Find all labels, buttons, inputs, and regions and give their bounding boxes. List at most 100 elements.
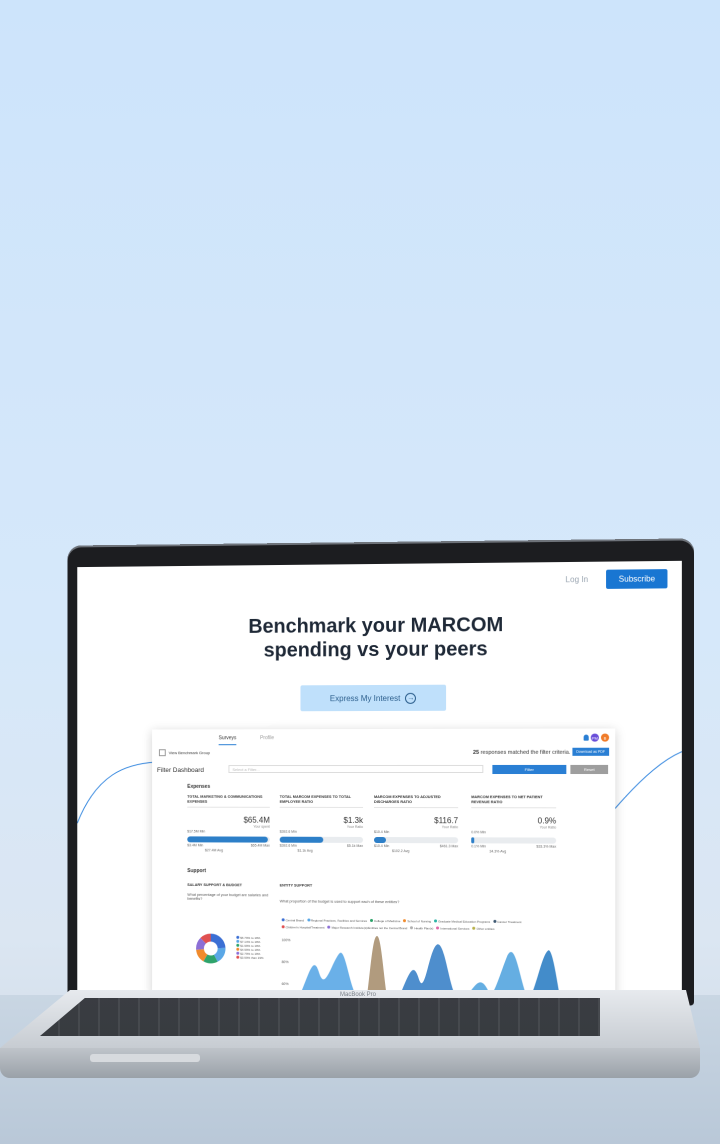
legend-item: Children's Hospital/Treatment	[282, 925, 325, 929]
metric-bar-fill	[187, 836, 268, 842]
matched-text: responses matched the filter criteria.	[481, 750, 571, 756]
metric-value: $65.4M	[187, 816, 270, 825]
salary-donut-chart	[195, 933, 226, 965]
metric-your-label: Your Ratio	[280, 825, 363, 829]
legend-dot-icon	[472, 927, 475, 930]
legend-dot-icon	[236, 940, 239, 943]
metric-min: 0.0% Min	[471, 830, 486, 834]
metric-min: $17.5M Min	[187, 829, 205, 833]
dashboard-tabs: Surveys Profile	[219, 735, 274, 745]
tab-profile[interactable]: Profile	[260, 735, 274, 745]
bell-icon[interactable]	[584, 735, 589, 741]
metric-your-label: Your Ratio	[374, 825, 458, 829]
metric-range-top: $10.4 Min	[374, 830, 458, 834]
metric-max: $5.1k Max	[347, 844, 363, 848]
legend-item: Cancer Treatment	[493, 920, 521, 924]
metric-low: 0.1% Min	[471, 844, 486, 848]
cta-label: Express My Interest	[330, 693, 400, 702]
legend-item: Major Research Institute(s)/Entities not…	[328, 926, 408, 931]
laptop-front-edge	[0, 1048, 700, 1078]
metric-low: $392.6 Min	[280, 844, 297, 848]
entity-legend: Central Brand Regional Practices, Facilit…	[282, 918, 532, 931]
metric-range-bottom: 0.1% Min $33.3% Max	[471, 844, 556, 848]
metric-max: $461.3 Max	[440, 844, 458, 848]
filter-button[interactable]: Filter	[492, 765, 566, 774]
trackpad	[90, 1054, 200, 1062]
metric-bar-fill	[280, 837, 323, 843]
legend-dot-icon	[434, 919, 437, 922]
dashboard-preview: Surveys Profile PM B View Benchmark Grou…	[152, 728, 615, 999]
section-expenses: Expenses	[187, 784, 210, 790]
legend-item: Graduate Medical Education Programs	[434, 919, 490, 923]
entity-block: ENTITY SUPPORT What proportion of the bu…	[280, 883, 601, 905]
hero-line-2: spending vs your peers	[77, 636, 682, 664]
tab-surveys[interactable]: Surveys	[219, 735, 237, 745]
laptop-deck	[0, 990, 700, 1048]
legend-label: Graduate Medical Education Programs	[438, 919, 490, 923]
legend-dot-icon	[236, 944, 239, 947]
legend-dot-icon	[493, 920, 496, 923]
matched-count: 25	[473, 750, 479, 756]
metric-min: $392.6 Min	[280, 830, 297, 834]
metric-bar	[374, 837, 458, 843]
metric-max: $33.3% Max	[536, 845, 556, 849]
legend-dot-icon	[410, 926, 413, 929]
avatar-secondary[interactable]: B	[601, 734, 609, 742]
metric-card: TOTAL MARKETING & COMMUNICATIONS EXPENSE…	[187, 795, 270, 865]
metric-card: TOTAL MARCOM EXPENSES TO TOTAL EMPLOYEE …	[280, 795, 363, 865]
metric-max: $65.4M Max	[251, 844, 270, 848]
metric-card: MARCOM EXPENSES TO ADJUSTED DISCHARGES R…	[374, 795, 458, 865]
metric-card: MARCOM EXPENSES TO NET PATIENT REVENUE R…	[471, 795, 556, 866]
legend-item: Central Brand	[282, 918, 304, 922]
arrow-right-circle-icon: →	[405, 692, 416, 703]
donut-legend-label: $3.59% than 19%	[240, 956, 263, 960]
express-interest-button[interactable]: Express My Interest →	[300, 685, 446, 712]
legend-dot-icon	[436, 926, 439, 929]
legend-label: Cancer Treatment	[497, 920, 521, 924]
legend-item: Regional Practices, Facilities and Servi…	[307, 918, 367, 922]
metric-avg-row: $102.2 Avg	[374, 849, 458, 853]
legend-dot-icon	[236, 956, 239, 959]
legend-item: School of Nursing	[403, 919, 431, 923]
metric-range-top: 0.0% Min	[471, 830, 556, 834]
metric-avg-row: 34.3% Avg	[471, 849, 556, 853]
metric-title: TOTAL MARKETING & COMMUNICATIONS EXPENSE…	[187, 795, 270, 808]
reset-button[interactable]: Reset	[570, 765, 608, 774]
keyboard	[40, 998, 600, 1036]
legend-item: International Services	[436, 926, 469, 930]
salary-block: SALARY SUPPORT & BUDGET What percentage …	[187, 883, 270, 901]
metric-value: $116.7	[374, 816, 458, 825]
legend-dot-icon	[403, 919, 406, 922]
section-support: Support	[187, 868, 206, 874]
y-tick-label: 100%	[282, 938, 291, 942]
legend-dot-icon	[282, 918, 285, 921]
metric-bar-fill	[471, 837, 474, 843]
avatar[interactable]: PM	[591, 734, 599, 742]
filter-select[interactable]: Select a Filter...	[228, 765, 483, 773]
metric-range-top: $17.5M Min	[187, 829, 270, 833]
metric-min: $10.4 Min	[374, 830, 389, 834]
legend-label: Health Plan(s)	[414, 926, 433, 930]
donut-legend-item: $3.59% than 19%	[236, 956, 263, 960]
entity-question: What proportion of the budget is used to…	[280, 899, 601, 905]
legend-item: Health Plan(s)	[410, 926, 433, 930]
legend-label: Regional Practices, Facilities and Servi…	[311, 919, 367, 923]
metric-low: $10.4 Min	[374, 844, 389, 848]
benchmark-toggle[interactable]: View Benchmark Group	[159, 749, 210, 756]
checkbox-icon[interactable]	[159, 749, 166, 756]
legend-dot-icon	[236, 948, 239, 951]
metric-range-bottom: $392.6 Min $5.1k Max	[280, 844, 363, 848]
legend-label: Children's Hospital/Treatment	[286, 925, 325, 929]
metric-avg: $1.1k Avg	[298, 849, 313, 853]
metric-title: TOTAL MARCOM EXPENSES TO TOTAL EMPLOYEE …	[280, 795, 363, 808]
legend-dot-icon	[282, 925, 285, 928]
subscribe-button[interactable]: Subscribe	[606, 569, 667, 589]
login-link[interactable]: Log In	[565, 575, 588, 584]
download-pdf-button[interactable]: Download as PDF	[572, 748, 609, 756]
laptop-brand: MacBook Pro	[340, 992, 376, 998]
legend-dot-icon	[236, 936, 239, 939]
metric-avg-row: $27.4M Avg	[187, 848, 270, 852]
metric-low: $3.4M Min	[187, 843, 203, 847]
metric-range-top: $392.6 Min	[280, 830, 363, 834]
salary-question: What percentage of your budget are salar…	[187, 893, 270, 901]
